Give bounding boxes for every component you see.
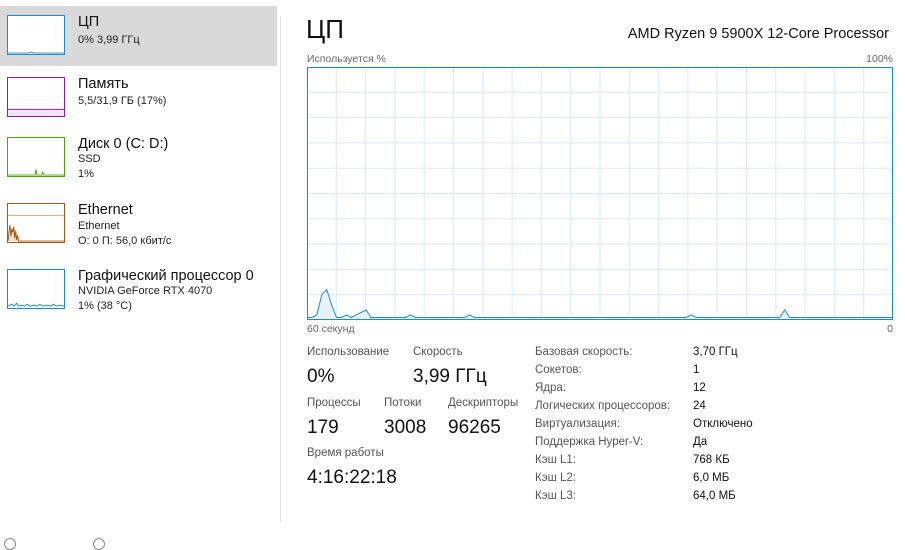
sidebar: ЦП 0% 3,99 ГГц Память 5,5/31,9 ГБ (17%) … bbox=[0, 0, 280, 544]
sidebar-item-memory-usage: 5,5/31,9 ГБ (17%) bbox=[78, 95, 167, 107]
sidebar-item-disk-type: SSD bbox=[78, 153, 101, 165]
usage-value: 0% bbox=[307, 366, 335, 387]
sidebar-item-ethernet[interactable]: Ethernet Ethernet О: 0 П: 56,0 кбит/с bbox=[0, 194, 277, 254]
processes-value: 179 bbox=[307, 417, 339, 438]
spec-value-l2-cache: 6,0 МБ bbox=[693, 472, 730, 484]
spec-key-l2-cache: Кэш L2: bbox=[535, 472, 576, 484]
sidebar-item-ethernet-throughput: О: 0 П: 56,0 кбит/с bbox=[78, 235, 172, 247]
sidebar-item-disk-usage: 1% bbox=[78, 168, 94, 180]
sidebar-item-gpu[interactable]: Графический процессор 0 NVIDIA GeForce R… bbox=[0, 260, 277, 320]
sidebar-item-gpu-usage: 1% (38 °C) bbox=[78, 300, 132, 312]
sidebar-item-disk-title: Диск 0 (C: D:) bbox=[78, 136, 169, 152]
spec-value-base-speed: 3,70 ГГц bbox=[693, 346, 738, 358]
cpu-model-name: AMD Ryzen 9 5900X 12-Core Processor bbox=[627, 26, 889, 42]
memory-thumbnail-graph bbox=[7, 77, 65, 117]
spec-value-l1-cache: 768 КБ bbox=[693, 454, 730, 466]
cpu-usage-graph-svg bbox=[307, 67, 893, 320]
threads-value: 3008 bbox=[384, 417, 427, 438]
ethernet-thumbnail-graph bbox=[7, 203, 65, 243]
handles-value: 96265 bbox=[448, 417, 501, 438]
spec-value-virtualization: Отключено bbox=[693, 418, 753, 430]
sidebar-item-disk[interactable]: Диск 0 (C: D:) SSD 1% bbox=[0, 128, 277, 188]
spec-key-base-speed: Базовая скорость: bbox=[535, 346, 633, 358]
page-title: ЦП bbox=[306, 14, 344, 44]
sidebar-item-ethernet-adapter: Ethernet bbox=[78, 220, 120, 232]
resource-monitor-icon[interactable] bbox=[93, 538, 105, 550]
spec-key-cores: Ядра: bbox=[535, 382, 567, 394]
sidebar-item-memory[interactable]: Память 5,5/31,9 ГБ (17%) bbox=[0, 68, 277, 128]
fewer-details-icon[interactable] bbox=[4, 538, 16, 550]
spec-key-virtualization: Виртуализация: bbox=[535, 418, 620, 430]
spec-value-logical-processors: 24 bbox=[693, 400, 706, 412]
speed-value: 3,99 ГГц bbox=[413, 366, 487, 387]
speed-label: Скорость bbox=[413, 346, 463, 358]
graph-x-axis-span: 60 секунд bbox=[307, 323, 355, 335]
sidebar-item-cpu-title: ЦП bbox=[78, 14, 100, 30]
handles-label: Дескрипторы bbox=[448, 397, 519, 409]
sidebar-item-gpu-model: NVIDIA GeForce RTX 4070 bbox=[78, 285, 213, 297]
uptime-value: 4:16:22:18 bbox=[307, 467, 397, 488]
spec-value-l3-cache: 64,0 МБ bbox=[693, 490, 736, 502]
sidebar-item-gpu-title: Графический процессор 0 bbox=[78, 268, 254, 284]
sidebar-item-memory-title: Память bbox=[78, 76, 129, 92]
threads-label: Потоки bbox=[384, 397, 422, 409]
spec-key-l1-cache: Кэш L1: bbox=[535, 454, 576, 466]
spec-key-logical-processors: Логических процессоров: bbox=[535, 400, 671, 412]
graph-y-axis-label: Используется % bbox=[307, 53, 386, 65]
spec-value-sockets: 1 bbox=[693, 364, 700, 376]
graph-y-axis-max: 100% bbox=[866, 53, 893, 65]
spec-value-cores: 12 bbox=[693, 382, 706, 394]
sidebar-item-cpu-usage: 0% 3,99 ГГц bbox=[78, 34, 140, 46]
sidebar-item-ethernet-title: Ethernet bbox=[78, 202, 133, 218]
sidebar-divider bbox=[280, 16, 281, 522]
spec-key-sockets: Сокетов: bbox=[535, 364, 582, 376]
processes-label: Процессы bbox=[307, 397, 361, 409]
graph-x-axis-zero: 0 bbox=[887, 323, 893, 335]
spec-key-l3-cache: Кэш L3: bbox=[535, 490, 576, 502]
cpu-usage-graph bbox=[307, 67, 893, 320]
usage-label: Использование bbox=[307, 346, 390, 358]
spec-value-hyper-v: Да bbox=[693, 436, 708, 448]
disk-thumbnail-graph bbox=[7, 137, 65, 177]
gpu-thumbnail-graph bbox=[7, 269, 65, 309]
sidebar-item-cpu[interactable]: ЦП 0% 3,99 ГГц bbox=[0, 6, 277, 66]
cpu-thumbnail-graph bbox=[7, 15, 65, 55]
uptime-label: Время работы bbox=[307, 447, 384, 459]
spec-key-hyper-v: Поддержка Hyper-V: bbox=[535, 436, 644, 448]
